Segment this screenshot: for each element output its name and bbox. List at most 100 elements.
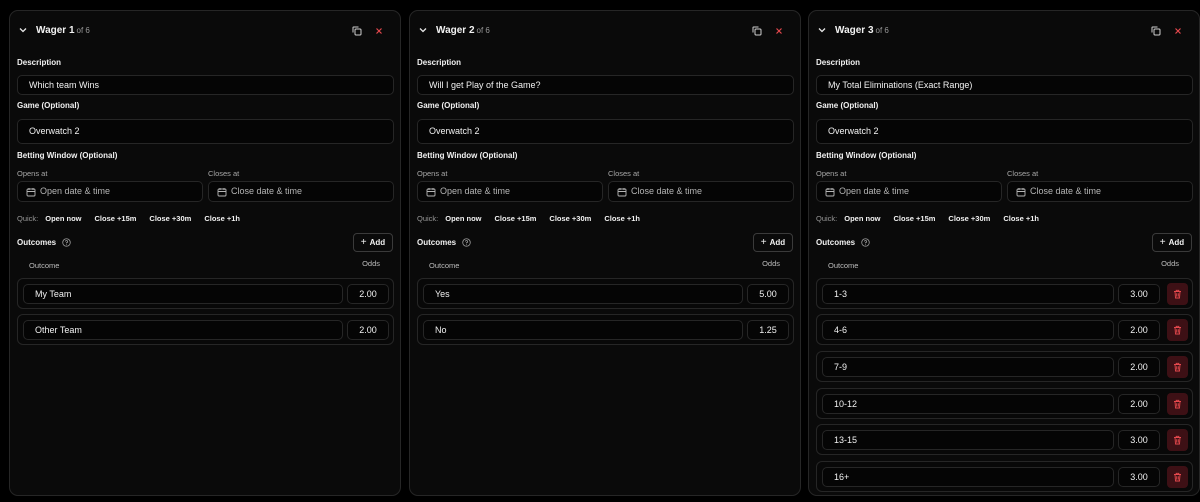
quick-actions: Quick: Open now Close +15m Close +30m Cl… xyxy=(816,214,1052,223)
quick-close-30m-button[interactable]: Close +30m xyxy=(549,214,591,223)
remove-wager-button[interactable] xyxy=(1171,24,1185,38)
duplicate-wager-button[interactable] xyxy=(350,24,364,38)
game-label: Game (Optional) xyxy=(17,101,80,110)
outcome-odds-input[interactable]: 5.00 xyxy=(747,284,789,304)
wager-title: Wager 2 of 6 xyxy=(436,25,490,36)
remove-wager-button[interactable] xyxy=(372,24,386,38)
game-label: Game (Optional) xyxy=(816,101,879,110)
odds-column-header: Odds xyxy=(762,259,780,268)
outcome-odds-input[interactable]: 2.00 xyxy=(347,320,389,340)
outcome-name-input[interactable]: Yes xyxy=(423,284,743,304)
plus-icon: + xyxy=(1159,237,1166,248)
outcome-row: 4-6 2.00 xyxy=(816,314,1193,345)
wager-card-3: Wager 3 of 6 Description My Total Elimina… xyxy=(808,10,1200,496)
outcome-odds-input[interactable]: 2.00 xyxy=(1118,357,1160,377)
quick-close-15m-button[interactable]: Close +15m xyxy=(95,214,137,223)
wager-title: Wager 3 of 6 xyxy=(835,25,889,36)
wager-header: Wager 2 of 6 xyxy=(410,11,800,51)
help-circle-icon[interactable] xyxy=(62,238,71,247)
quick-close-15m-button[interactable]: Close +15m xyxy=(495,214,537,223)
add-outcome-button[interactable]: + Add xyxy=(1152,233,1192,252)
close-datetime-input[interactable]: Close date & time xyxy=(608,181,794,202)
outcome-name-input[interactable]: 7-9 xyxy=(822,357,1114,377)
add-outcome-button[interactable]: + Add xyxy=(353,233,393,252)
calendar-icon xyxy=(217,188,227,197)
outcome-row: Yes 5.00 xyxy=(417,278,794,309)
description-input[interactable]: Which team Wins xyxy=(17,75,394,95)
duplicate-wager-button[interactable] xyxy=(750,24,764,38)
delete-outcome-button[interactable] xyxy=(1167,356,1188,378)
delete-outcome-button[interactable] xyxy=(1167,393,1188,415)
outcome-odds-input[interactable]: 2.00 xyxy=(347,284,389,304)
delete-outcome-button[interactable] xyxy=(1167,466,1188,488)
outcome-name-input[interactable]: 4-6 xyxy=(822,320,1114,340)
close-icon xyxy=(776,28,782,34)
outcome-row: 13-15 3.00 xyxy=(816,424,1193,455)
outcome-odds-input[interactable]: 2.00 xyxy=(1118,394,1160,414)
calendar-icon xyxy=(617,188,627,197)
quick-close-1h-button[interactable]: Close +1h xyxy=(1003,214,1039,223)
chevron-down-icon[interactable] xyxy=(418,25,428,35)
wager-count: of 6 xyxy=(875,26,889,35)
quick-close-30m-button[interactable]: Close +30m xyxy=(149,214,191,223)
outcome-row: Other Team 2.00 xyxy=(17,314,394,345)
calendar-icon xyxy=(1016,188,1026,197)
outcome-name-input[interactable]: No xyxy=(423,320,743,340)
outcome-column-header: Outcome xyxy=(828,261,859,270)
outcome-odds-input[interactable]: 3.00 xyxy=(1118,467,1160,487)
add-outcome-button[interactable]: + Add xyxy=(753,233,793,252)
opens-at-label: Opens at xyxy=(816,169,847,178)
chevron-down-icon[interactable] xyxy=(817,25,827,35)
outcomes-label: Outcomes xyxy=(417,238,457,247)
outcome-column-header: Outcome xyxy=(429,261,460,270)
quick-label: Quick: xyxy=(417,214,439,223)
open-datetime-input[interactable]: Open date & time xyxy=(17,181,203,202)
outcome-row: My Team 2.00 xyxy=(17,278,394,309)
chevron-down-icon[interactable] xyxy=(18,25,28,35)
description-label: Description xyxy=(417,58,462,67)
opens-at-label: Opens at xyxy=(417,169,448,178)
closes-at-label: Closes at xyxy=(1007,169,1039,178)
outcomes-heading: Outcomes xyxy=(816,238,870,247)
quick-open-now-button[interactable]: Open now xyxy=(844,214,880,223)
game-input[interactable]: Overwatch 2 xyxy=(417,119,794,144)
betting-window-label: Betting Window (Optional) xyxy=(17,151,118,160)
outcome-name-input[interactable]: 13-15 xyxy=(822,430,1114,450)
outcome-name-input[interactable]: 16+ xyxy=(822,467,1114,487)
outcome-odds-input[interactable]: 2.00 xyxy=(1118,320,1160,340)
outcome-odds-input[interactable]: 1.25 xyxy=(747,320,789,340)
help-circle-icon[interactable] xyxy=(462,238,471,247)
description-input[interactable]: Will I get Play of the Game? xyxy=(417,75,794,95)
outcome-row: 1-3 3.00 xyxy=(816,278,1193,309)
game-input[interactable]: Overwatch 2 xyxy=(17,119,394,144)
outcome-name-input[interactable]: Other Team xyxy=(23,320,343,340)
remove-wager-button[interactable] xyxy=(772,24,786,38)
outcome-name-input[interactable]: 10-12 xyxy=(822,394,1114,414)
delete-outcome-button[interactable] xyxy=(1167,283,1188,305)
open-datetime-input[interactable]: Open date & time xyxy=(417,181,603,202)
quick-close-15m-button[interactable]: Close +15m xyxy=(894,214,936,223)
wager-count: of 6 xyxy=(76,26,90,35)
outcome-odds-input[interactable]: 3.00 xyxy=(1118,430,1160,450)
description-label: Description xyxy=(17,58,62,67)
description-input[interactable]: My Total Eliminations (Exact Range) xyxy=(816,75,1193,95)
copy-icon xyxy=(752,26,762,36)
close-datetime-input[interactable]: Close date & time xyxy=(208,181,394,202)
quick-open-now-button[interactable]: Open now xyxy=(45,214,81,223)
opens-at-label: Opens at xyxy=(17,169,48,178)
close-datetime-input[interactable]: Close date & time xyxy=(1007,181,1193,202)
delete-outcome-button[interactable] xyxy=(1167,429,1188,451)
quick-close-1h-button[interactable]: Close +1h xyxy=(604,214,640,223)
help-circle-icon[interactable] xyxy=(861,238,870,247)
outcome-name-input[interactable]: 1-3 xyxy=(822,284,1114,304)
open-datetime-input[interactable]: Open date & time xyxy=(816,181,1002,202)
outcome-name-input[interactable]: My Team xyxy=(23,284,343,304)
duplicate-wager-button[interactable] xyxy=(1149,24,1163,38)
delete-outcome-button[interactable] xyxy=(1167,319,1188,341)
outcome-odds-input[interactable]: 3.00 xyxy=(1118,284,1160,304)
calendar-icon xyxy=(426,188,436,197)
quick-close-1h-button[interactable]: Close +1h xyxy=(204,214,240,223)
quick-close-30m-button[interactable]: Close +30m xyxy=(948,214,990,223)
quick-open-now-button[interactable]: Open now xyxy=(445,214,481,223)
game-input[interactable]: Overwatch 2 xyxy=(816,119,1193,144)
